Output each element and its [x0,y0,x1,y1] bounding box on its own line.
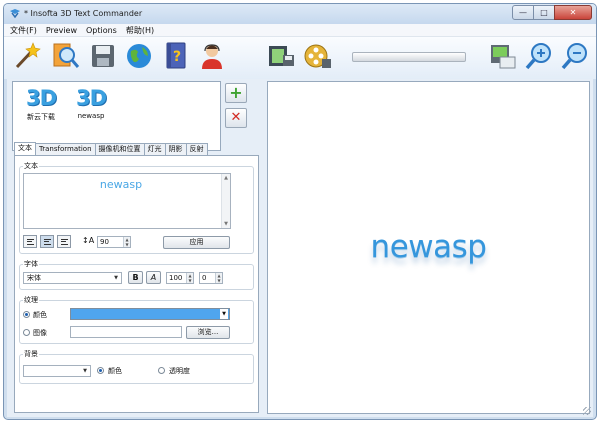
background-group: 背景 ▼ 颜色 透明度 [19,349,254,384]
chevron-down-icon: ▼ [220,309,228,319]
menu-options[interactable]: Options [86,26,117,35]
text-group: 文本 newasp ▲ ▼ ↕A 90 ▲ ▼ 应用 [19,161,254,254]
align-right-button[interactable] [57,235,71,248]
background-color-radio[interactable] [97,367,104,374]
preset-label: newasp [77,112,105,120]
window-controls: — □ ✕ [512,5,592,20]
texture-color-label: 颜色 [33,311,47,319]
browse-button[interactable]: 浏览... [186,326,230,339]
text-input[interactable]: newasp ▲ ▼ [23,173,231,229]
line-spacing-spinner[interactable]: 90 ▲ ▼ [97,236,131,248]
chevron-down-icon: ▼ [83,368,87,374]
zoom-out-icon[interactable] [560,41,590,71]
font-size-value: 100 [169,274,183,282]
spinner-arrows[interactable]: ▲ ▼ [215,273,222,283]
font-group: 字体 宋体 ▼ B A 100 ▲ ▼ 0 ▲ ▼ [19,259,254,290]
texture-group-label: 纹理 [23,295,39,305]
font-group-label: 字体 [23,259,39,269]
help-book-icon[interactable]: ? [161,41,191,71]
background-transparent-radio[interactable] [158,367,165,374]
settings-tabs: 文本 Transformation 摄像机和位置 灯光 阴影 反射 [14,142,208,155]
texture-group: 纹理 颜色 ▼ 图像 浏览... [19,295,254,344]
maximize-button[interactable]: □ [533,5,555,20]
preset-thumbnail: 3D [75,86,107,110]
toolbar: ? [4,37,596,79]
bold-button[interactable]: B [128,271,143,284]
tab-camera-position[interactable]: 摄像机和位置 [94,143,145,155]
svg-text:?: ? [173,49,181,65]
text-group-label: 文本 [23,161,39,171]
tab-reflection[interactable]: 反射 [185,143,208,155]
align-left-icon [27,239,34,245]
minimize-button[interactable]: — [512,5,534,20]
preset-label: 新云下载 [27,113,55,121]
align-center-icon [44,239,51,245]
tab-shadow[interactable]: 阴影 [164,143,187,155]
magic-wand-icon[interactable] [12,41,42,71]
spinner-arrows[interactable]: ▲ ▼ [123,237,130,247]
resize-grip[interactable] [583,407,591,415]
globe-icon[interactable] [124,41,154,71]
app-window: * Insofta 3D Text Commander — □ ✕ 文件(F) … [3,3,597,420]
italic-button[interactable]: A [146,271,161,284]
menu-help[interactable]: 帮助(H) [126,25,154,36]
tab-panel-text: 文本 newasp ▲ ▼ ↕A 90 ▲ ▼ 应用 字体 宋体 ▼ B A 1… [14,155,259,413]
app-logo-icon [10,9,20,19]
tab-transformation[interactable]: Transformation [35,143,96,155]
font-select[interactable]: 宋体 ▼ [23,272,122,284]
preview-3d-text: newasp [370,229,487,265]
color-picker[interactable]: ▼ [70,308,230,320]
menu-file[interactable]: 文件(F) [10,25,37,36]
preset-list: 3D 新云下载 3D newasp [12,81,221,151]
text-input-value: newasp [99,178,143,191]
texture-color-radio[interactable] [23,311,30,318]
menu-bar: 文件(F) Preview Options 帮助(H) [4,24,596,37]
film-save-icon[interactable] [266,41,296,71]
export-image-icon[interactable] [488,41,518,71]
menu-preview[interactable]: Preview [46,26,77,35]
preview-icon[interactable] [50,41,80,71]
image-path-input[interactable] [70,326,182,338]
preset-item[interactable]: 3D newasp [69,86,113,121]
preset-thumbnail: 3D [25,86,57,110]
char-spacing-value: 0 [202,274,207,282]
font-size-spinner[interactable]: 100 ▲ ▼ [166,272,194,284]
align-left-button[interactable] [23,235,37,248]
font-select-value: 宋体 [27,274,41,282]
settings-pane: 3D 新云下载 3D newasp + ✕ 文本 Transformation … [12,81,262,413]
preview-canvas[interactable]: newasp [267,81,590,414]
align-center-button[interactable] [40,235,54,248]
chevron-down-icon: ▼ [114,275,118,281]
texture-image-label: 图像 [33,329,47,337]
background-select[interactable]: ▼ [23,365,91,377]
film-reel-icon[interactable] [303,41,333,71]
preset-item[interactable]: 3D 新云下载 [19,87,63,122]
tab-lighting[interactable]: 灯光 [143,143,166,155]
line-spacing-value: 90 [100,238,109,246]
spinner-arrows[interactable]: ▲ ▼ [186,273,193,283]
title-bar: * Insofta 3D Text Commander — □ ✕ [4,4,596,24]
background-color-label: 颜色 [108,367,122,375]
texture-image-radio[interactable] [23,329,30,336]
align-right-icon [61,239,68,245]
progress-slider[interactable] [352,52,466,62]
window-title: * Insofta 3D Text Commander [24,9,143,18]
add-preset-button[interactable]: + [225,83,247,103]
tab-text[interactable]: 文本 [14,142,36,155]
main-area: 3D 新云下载 3D newasp + ✕ 文本 Transformation … [7,79,593,417]
line-spacing-icon: ↕A [82,236,95,245]
char-spacing-spinner[interactable]: 0 ▲ ▼ [199,272,223,284]
background-group-label: 背景 [23,349,39,359]
background-transparent-label: 透明度 [169,367,190,375]
text-scrollbar[interactable]: ▲ ▼ [221,174,230,228]
remove-preset-button[interactable]: ✕ [225,108,247,128]
support-person-icon[interactable] [197,41,227,71]
apply-button[interactable]: 应用 [163,236,230,249]
zoom-in-icon[interactable] [524,41,554,71]
close-button[interactable]: ✕ [554,5,592,20]
save-icon[interactable] [88,41,118,71]
